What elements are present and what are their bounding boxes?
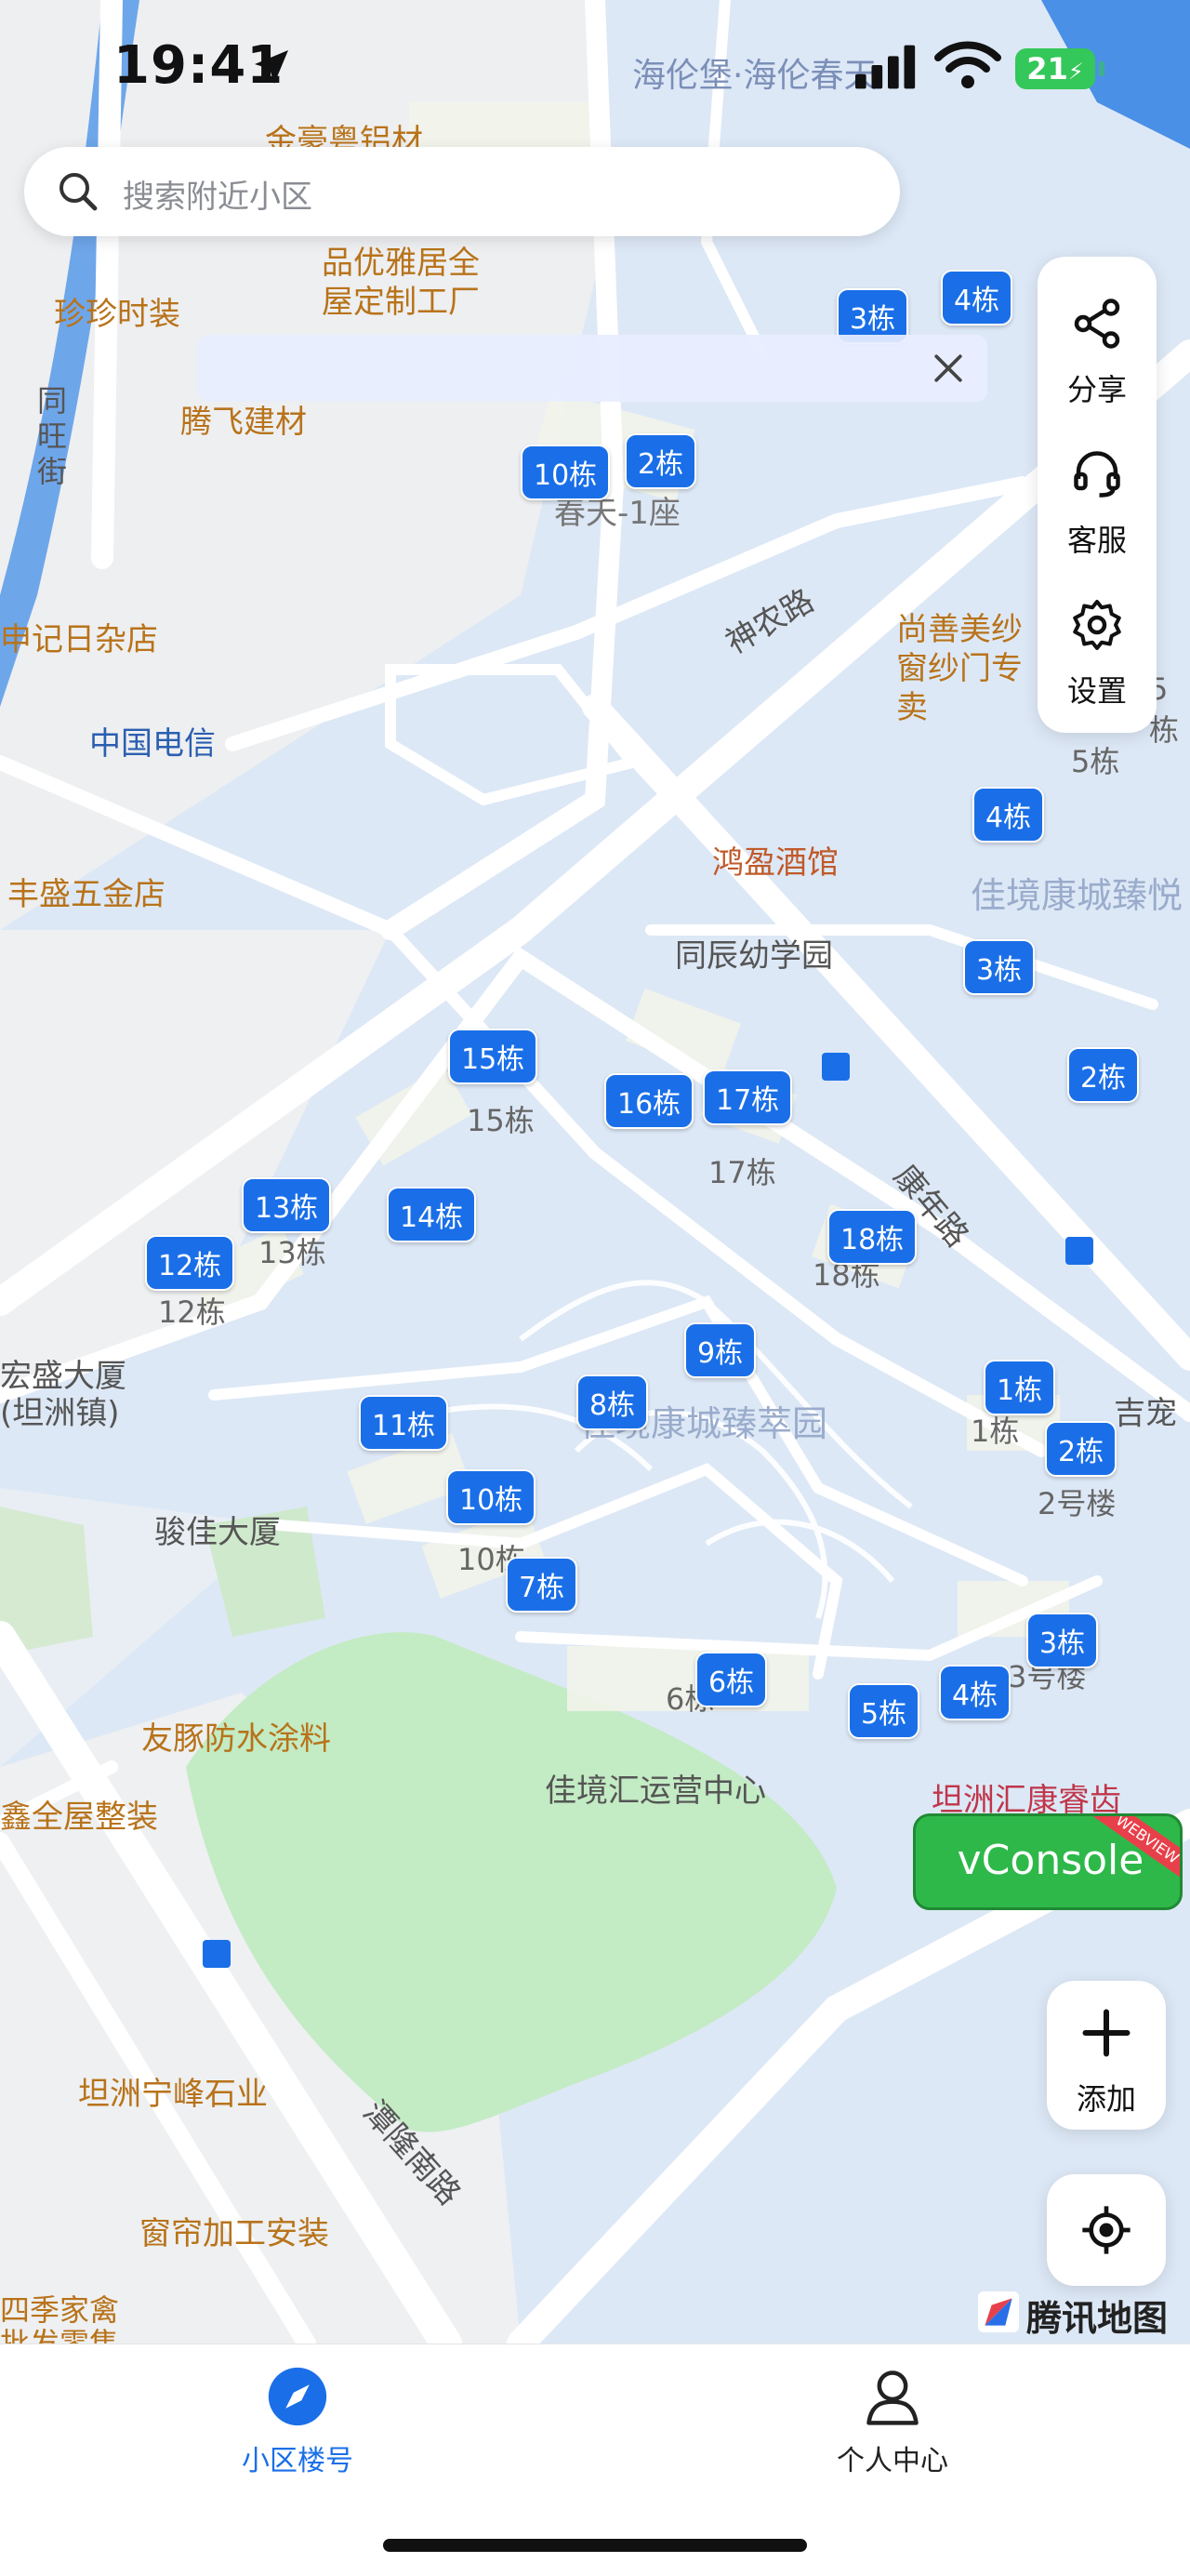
notice-bar (197, 335, 987, 402)
area-label: 尚善美纱窗纱门专卖 (896, 611, 1023, 726)
add-button[interactable]: 添加 (1047, 1981, 1166, 2130)
tab-profile[interactable]: 个人中心 (595, 2344, 1190, 2512)
locate-me-button[interactable] (1047, 2174, 1166, 2286)
settings-button[interactable]: 设置 (1038, 571, 1157, 710)
share-icon (1074, 299, 1120, 349)
building-marker[interactable]: 1栋 (984, 1360, 1056, 1415)
poi-label[interactable]: 品优雅居全屋定制工厂 (322, 244, 508, 322)
wifi-icon (934, 41, 1001, 88)
map-brand: 腾讯地图 (978, 2288, 1183, 2339)
building-marker[interactable]: 13栋 (242, 1177, 332, 1233)
building-marker[interactable]: 3栋 (963, 939, 1036, 995)
area-label: 申记日杂店 (0, 621, 158, 658)
building-marker[interactable]: 2栋 (625, 433, 697, 489)
area-label: 宏盛大厦(坦洲镇) (0, 1358, 126, 1432)
search-input[interactable]: 搜索附近小区 (123, 171, 312, 217)
headset-icon (1074, 451, 1120, 498)
building-label: 13栋 (258, 1235, 326, 1270)
poi-label[interactable]: 骏佳大厦 (154, 1507, 281, 1552)
building-marker[interactable]: 8栋 (576, 1374, 649, 1430)
poi-label[interactable]: 窗帘加工安装 (139, 2208, 329, 2253)
building-marker[interactable]: 11栋 (359, 1395, 449, 1451)
building-marker[interactable]: 12栋 (145, 1235, 235, 1291)
map-brand-label: 腾讯地图 (1026, 2298, 1169, 2339)
customer-service-label: 客服 (1066, 523, 1127, 558)
tab-community-buildings[interactable]: 小区楼号 (0, 2344, 595, 2512)
close-icon[interactable] (928, 348, 969, 389)
poi-label[interactable]: 鑫全屋整装 (0, 1791, 158, 1837)
status-bar: 19:41 21⚡ (0, 0, 1190, 139)
area-label: 佳境康城臻悦 (971, 875, 1183, 916)
poi-label[interactable]: 友豚防水涂料 (141, 1713, 331, 1759)
building-marker[interactable]: 7栋 (506, 1557, 578, 1613)
tencent-map-logo-icon (978, 2291, 1019, 2332)
building-marker[interactable]: 10栋 (521, 445, 611, 500)
poi-label[interactable]: 珍珍时装 (54, 288, 180, 334)
battery-cap (1099, 61, 1104, 76)
tab-label: 小区楼号 (242, 2445, 353, 2477)
building-marker[interactable]: 18栋 (827, 1209, 918, 1265)
home-indicator (383, 2539, 807, 2552)
battery-level: 21 (1026, 51, 1068, 86)
vconsole-button[interactable]: vConsole WEBVIEW (913, 1813, 1183, 1910)
building-marker[interactable]: 4栋 (972, 787, 1045, 843)
gear-icon (1073, 600, 1121, 650)
share-label: 分享 (1066, 372, 1127, 407)
building-marker[interactable]: 17栋 (703, 1069, 793, 1125)
poi-label[interactable]: 鸿盈酒馆 (712, 837, 839, 883)
map-action-panel: 分享 客服 设置 (1038, 257, 1157, 733)
road-label: 同旺街 (37, 383, 68, 489)
tab-label: 个人中心 (837, 2445, 948, 2477)
charging-bolt-icon: ⚡ (1067, 59, 1084, 85)
poi-label[interactable]: 中国电信 (89, 718, 216, 764)
building-label: 2号楼 (1038, 1486, 1117, 1521)
building-marker[interactable]: 3栋 (1026, 1613, 1099, 1668)
add-label: 添加 (1076, 2081, 1136, 2117)
location-arrow-icon (255, 50, 288, 84)
poi-label[interactable]: 同辰幼学园 (675, 930, 833, 976)
building-marker[interactable]: 5栋 (848, 1683, 920, 1739)
building-marker[interactable]: 4栋 (941, 270, 1013, 325)
building-marker[interactable]: 6栋 (695, 1652, 768, 1707)
poi-label[interactable]: 丰盛五金店 (7, 869, 165, 914)
crosshair-icon (1082, 2206, 1130, 2254)
search-icon (60, 173, 98, 211)
building-marker[interactable]: 14栋 (387, 1187, 477, 1242)
building-marker[interactable]: 16栋 (604, 1073, 694, 1129)
settings-label: 设置 (1066, 673, 1127, 709)
building-label: 15栋 (467, 1103, 535, 1138)
cellular-signal-icon (855, 45, 916, 89)
building-label: 12栋 (158, 1295, 226, 1330)
building-marker[interactable]: 2栋 (1067, 1047, 1140, 1103)
building-marker[interactable]: 2栋 (1045, 1421, 1117, 1477)
search-bar[interactable]: 搜索附近小区 (24, 147, 900, 236)
battery-indicator: 21⚡ (1015, 48, 1095, 89)
poi-label[interactable]: 腾飞建材 (180, 396, 307, 442)
poi-label[interactable]: 坦洲宁峰石业 (78, 2068, 268, 2114)
plus-icon (1082, 2009, 1130, 2057)
compass-icon (268, 2367, 327, 2426)
user-icon (866, 2370, 919, 2425)
building-marker[interactable]: 9栋 (684, 1322, 757, 1378)
poi-label[interactable]: 吉宠 (1114, 1388, 1177, 1433)
building-label: 17栋 (708, 1155, 776, 1190)
share-button[interactable]: 分享 (1038, 270, 1157, 409)
poi-label[interactable]: 佳境汇运营中心 (545, 1765, 766, 1811)
building-label: 5栋 (1071, 744, 1120, 779)
building-marker[interactable]: 4栋 (939, 1665, 1012, 1720)
customer-service-button[interactable]: 客服 (1038, 420, 1157, 560)
building-marker[interactable]: 10栋 (446, 1469, 536, 1525)
poi-label[interactable]: 四季家禽批发零售 (0, 2293, 130, 2344)
building-marker[interactable]: 15栋 (448, 1029, 538, 1084)
